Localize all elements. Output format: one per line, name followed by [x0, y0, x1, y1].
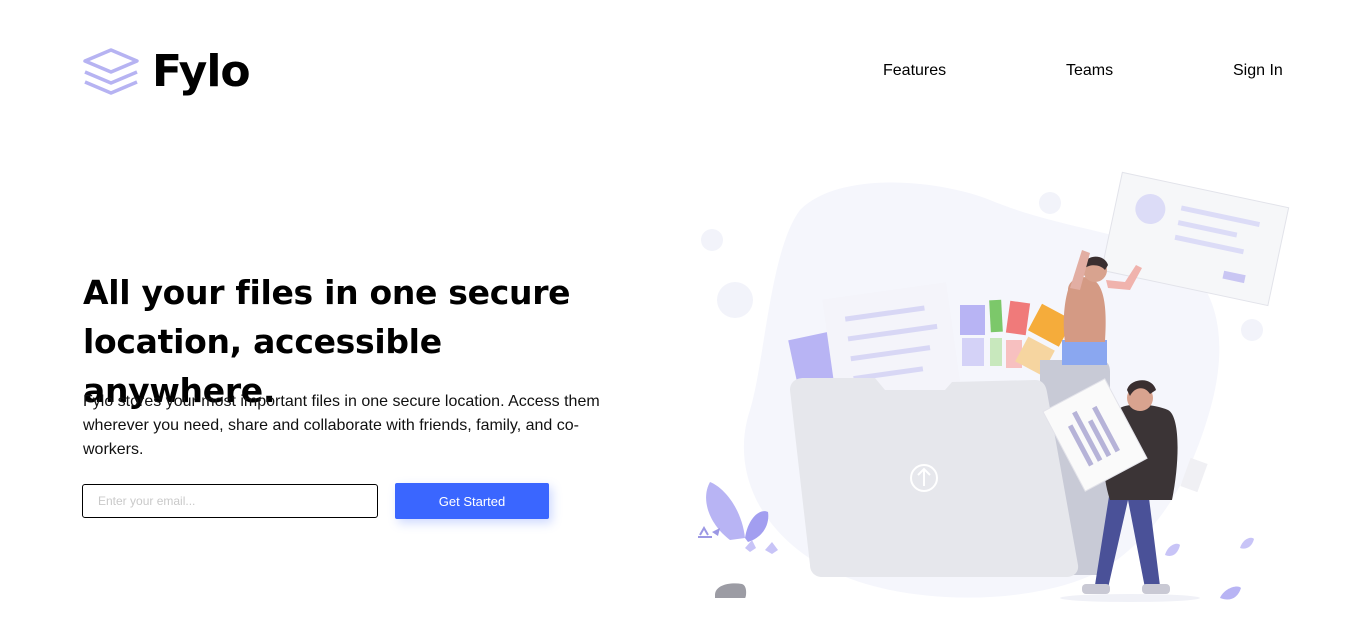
plant-stem	[698, 525, 712, 538]
decor-circle	[1039, 192, 1061, 214]
ground-shadow	[1060, 594, 1200, 602]
email-input[interactable]	[82, 484, 378, 518]
site-header: Fylo Features Teams Sign In	[0, 0, 1345, 140]
brand-logo[interactable]: Fylo	[82, 44, 251, 100]
nav-link-teams[interactable]: Teams	[1066, 62, 1146, 80]
stacked-layers-icon	[83, 48, 139, 95]
leaf	[1240, 537, 1254, 549]
decor-circle	[717, 282, 753, 318]
nav-link-sign-in[interactable]: Sign In	[1233, 62, 1293, 80]
folder-front	[790, 378, 1079, 577]
hero-description: Fylo stores your most important files in…	[83, 393, 600, 458]
decor-circle	[1241, 319, 1263, 341]
get-started-button[interactable]: Get Started	[395, 483, 549, 519]
leaf	[1220, 586, 1241, 600]
brand-name: Fylo	[152, 46, 251, 97]
hero-illustration	[698, 171, 1290, 602]
leaf	[1165, 543, 1180, 556]
rock	[715, 583, 747, 598]
nav-link-features[interactable]: Features	[883, 62, 963, 80]
decor-circle	[701, 229, 723, 251]
